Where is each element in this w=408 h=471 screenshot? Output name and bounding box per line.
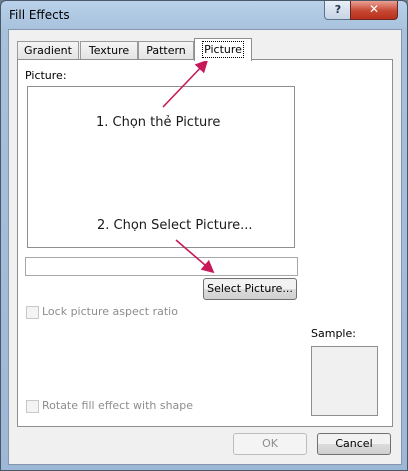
rotate-fill-checkbox[interactable]: [26, 400, 39, 413]
picture-label: Picture:: [25, 69, 67, 82]
picture-filename-field[interactable]: [25, 257, 298, 276]
sample-preview: [311, 346, 378, 416]
lock-aspect-checkbox[interactable]: [26, 306, 39, 319]
rotate-fill-label: Rotate fill effect with shape: [42, 399, 194, 412]
tab-texture-label: Texture: [88, 44, 130, 57]
title-bar[interactable]: Fill Effects ? ✕: [1, 1, 407, 29]
close-button[interactable]: ✕: [350, 1, 398, 20]
tab-picture[interactable]: Picture: [194, 38, 252, 61]
tab-picture-label: Picture: [202, 41, 244, 58]
annotation-step-2: 2. Chọn Select Picture...: [97, 218, 253, 233]
sample-label: Sample:: [311, 327, 356, 340]
tab-pattern-label: Pattern: [146, 44, 186, 57]
tab-pattern[interactable]: Pattern: [138, 41, 194, 60]
help-button[interactable]: ?: [324, 1, 352, 20]
lock-aspect-label: Lock picture aspect ratio: [42, 305, 178, 318]
select-picture-button[interactable]: Select Picture...: [203, 278, 297, 300]
fill-effects-dialog: Fill Effects ? ✕ Gradient Texture Patter…: [0, 0, 408, 471]
cancel-button[interactable]: Cancel: [317, 433, 391, 455]
dialog-title: Fill Effects: [9, 8, 70, 22]
tab-gradient[interactable]: Gradient: [17, 41, 79, 60]
tab-texture[interactable]: Texture: [80, 41, 138, 60]
tab-gradient-label: Gradient: [24, 44, 72, 57]
annotation-step-1: 1. Chọn thẻ Picture: [96, 115, 221, 130]
dialog-client-area: Gradient Texture Pattern Picture Picture…: [8, 29, 402, 465]
ok-button[interactable]: OK: [233, 433, 307, 455]
